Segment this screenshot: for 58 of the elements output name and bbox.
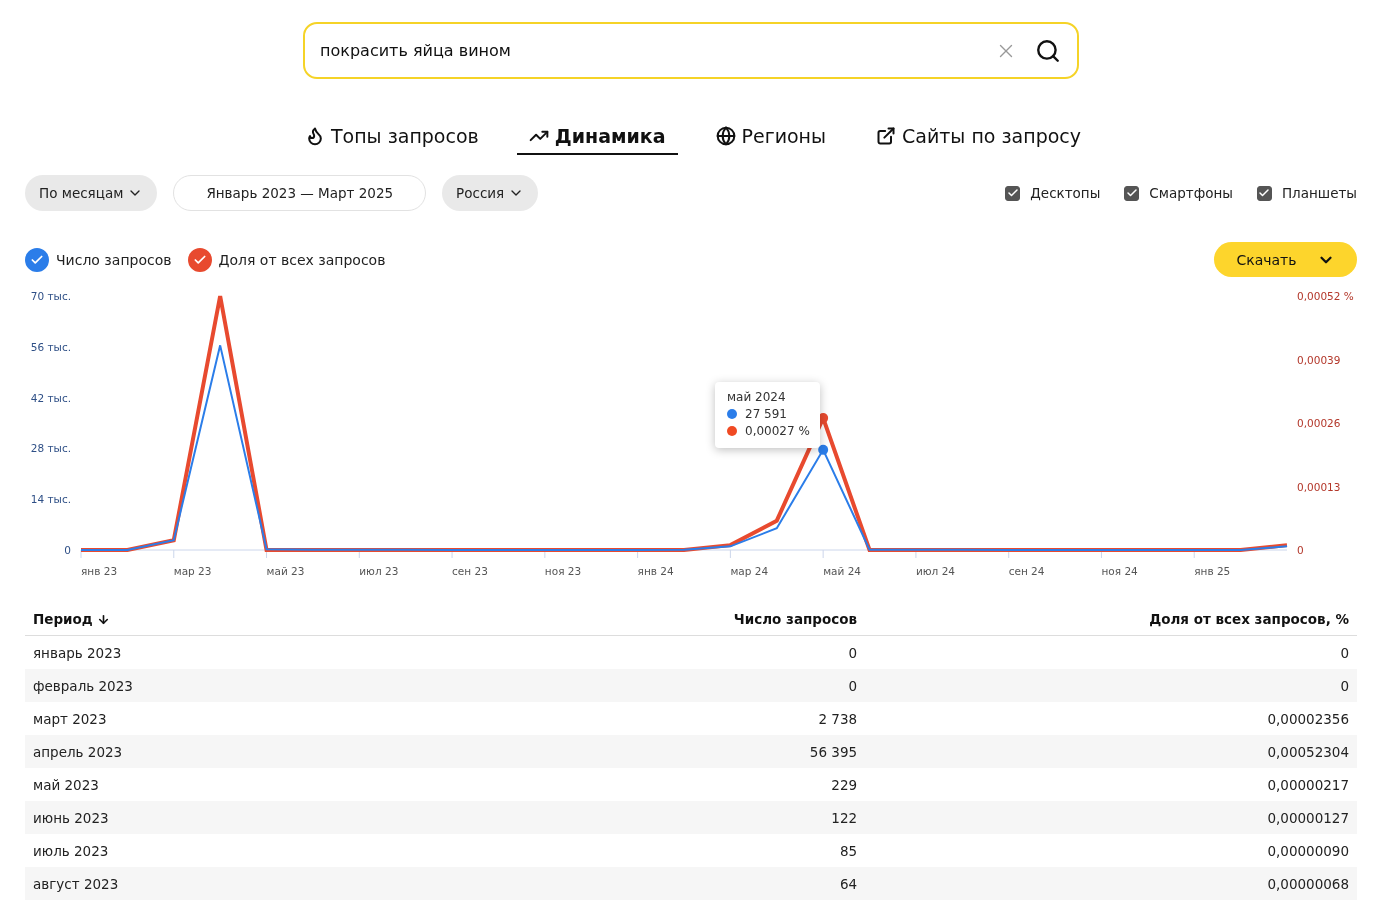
checkbox-label: Десктопы	[1030, 185, 1101, 201]
table-cell: 0	[865, 635, 1357, 669]
legend-label: Число запросов	[56, 251, 172, 268]
x-axis-label: май 23	[266, 565, 305, 577]
column-header: Число запросов	[289, 604, 866, 636]
table-cell: август 2023	[25, 867, 290, 900]
x-axis-label: янв 25	[1194, 565, 1231, 577]
table-cell: 0,00052304	[865, 735, 1357, 768]
column-header: Доля от всех запросов, %	[865, 604, 1357, 636]
y-axis-label: 0	[1297, 544, 1304, 556]
tooltip-value: 27 591	[745, 407, 787, 421]
x-axis-label: янв 23	[81, 565, 118, 577]
table-cell: февраль 2023	[25, 669, 290, 702]
table-cell: 0	[865, 669, 1357, 702]
table-cell: 0,00000127	[865, 801, 1357, 834]
table-cell: 0	[289, 669, 866, 702]
y-axis-label: 0,00052 %	[1297, 290, 1354, 302]
table-cell: 0	[289, 635, 866, 669]
tooltip-title: май 2024	[727, 390, 787, 404]
y-axis-label: 0,00039	[1297, 353, 1341, 366]
table-cell: 0,00000090	[865, 834, 1357, 867]
x-axis-label: ноя 23	[544, 565, 582, 577]
y-axis-label: 0,00013	[1297, 480, 1341, 493]
x-axis-label: ноя 24	[1101, 565, 1138, 577]
y-axis-label: 70 тыс.	[30, 290, 71, 302]
table-cell: март 2023	[25, 702, 290, 735]
table-cell: июль 2023	[25, 834, 290, 867]
x-axis-label: май 24	[823, 565, 862, 577]
table-cell: 2 738	[289, 702, 866, 735]
y-axis-label: 14 тыс.	[30, 493, 71, 506]
y-axis-label: 56 тыс.	[30, 340, 71, 353]
table-cell: 122	[289, 801, 866, 834]
table-cell: 0,00000068	[865, 867, 1357, 900]
x-axis-label: сен 24	[1008, 565, 1045, 577]
x-axis-label: июл 23	[359, 565, 399, 577]
checkbox-label: Смартфоны	[1149, 185, 1233, 201]
table-cell: 229	[289, 768, 866, 801]
table-cell: январь 2023	[25, 635, 290, 669]
table-cell: 64	[289, 867, 866, 900]
y-axis-label: 28 тыс.	[30, 442, 71, 455]
table-cell: апрель 2023	[25, 735, 290, 768]
table-cell: май 2023	[25, 768, 290, 801]
tooltip-value: 0,00027 %	[745, 424, 810, 438]
checkbox-label: Планшеты	[1281, 185, 1357, 201]
table-cell: 56 395	[289, 735, 866, 768]
x-axis-label: мар 23	[173, 565, 212, 577]
table-cell: 0,00002356	[865, 702, 1357, 735]
table-cell: 0,00000217	[865, 768, 1357, 801]
x-axis-label: мар 24	[730, 565, 769, 577]
table-cell: июнь 2023	[25, 801, 290, 834]
y-axis-label: 0,00026	[1297, 417, 1341, 429]
table-cell: 85	[289, 834, 866, 867]
x-axis-label: янв 24	[637, 565, 674, 577]
y-axis-label: 0	[64, 544, 71, 556]
y-axis-label: 42 тыс.	[30, 391, 71, 404]
x-axis-label: сен 23	[452, 565, 488, 577]
x-axis-label: июл 24	[915, 565, 955, 577]
legend-label: Доля от всех запросов	[218, 251, 386, 268]
